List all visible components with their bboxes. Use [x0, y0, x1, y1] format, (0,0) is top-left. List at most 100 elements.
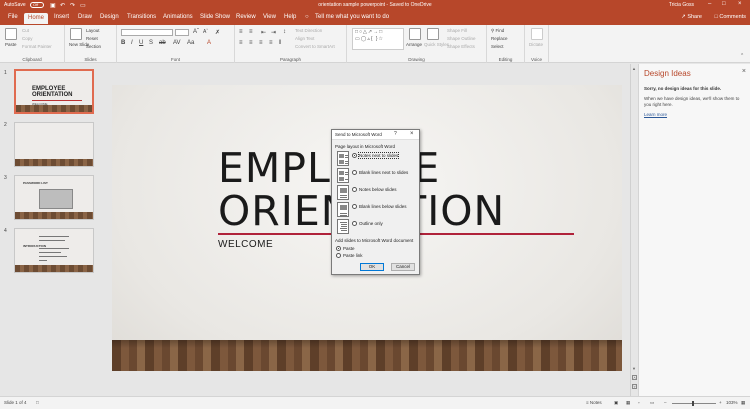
font-color-icon[interactable]: A	[207, 40, 211, 46]
numbering-icon[interactable]: ≡	[249, 29, 253, 35]
char-spacing-icon[interactable]: AV	[173, 40, 181, 46]
zoom-in-icon[interactable]: +	[719, 400, 722, 405]
layout-option-label[interactable]: Blank lines below slides	[359, 204, 407, 209]
change-case-icon[interactable]: Aa	[187, 40, 194, 46]
tab-animations[interactable]: Animations	[163, 14, 193, 20]
decrease-font-icon[interactable]: Aˇ	[203, 29, 208, 35]
fit-to-window-icon[interactable]: ▦	[741, 400, 745, 406]
shadow-icon[interactable]: S	[149, 40, 153, 46]
tab-view[interactable]: View	[263, 14, 276, 20]
tab-home[interactable]: Home	[24, 13, 49, 24]
tab-file[interactable]: File	[8, 14, 18, 20]
tab-review[interactable]: Review	[236, 14, 256, 20]
user-name[interactable]: Tricia Goss	[669, 2, 694, 8]
quick-styles-icon[interactable]	[427, 28, 439, 40]
close-icon[interactable]: ×	[410, 131, 414, 137]
layout-option-label[interactable]: Outline only	[359, 221, 383, 226]
layout-button[interactable]: Layout	[86, 28, 100, 33]
align-right-icon[interactable]: ≡	[259, 40, 263, 46]
close-icon[interactable]: ×	[738, 1, 742, 7]
layout-radio-blank-below[interactable]	[352, 204, 357, 209]
scroll-up-icon[interactable]: ▲	[632, 66, 636, 71]
next-slide-icon[interactable]: ˅	[632, 384, 637, 389]
cancel-button[interactable]: Cancel	[391, 263, 415, 271]
cut-button[interactable]: Cut	[22, 28, 29, 33]
align-left-icon[interactable]: ≡	[239, 40, 243, 46]
microphone-icon[interactable]	[531, 28, 543, 40]
tab-slide-show[interactable]: Slide Show	[200, 14, 230, 20]
collapse-ribbon-icon[interactable]: ⌃	[740, 53, 744, 59]
tell-me-search[interactable]: Tell me what you want to do	[315, 14, 389, 20]
zoom-slider[interactable]	[672, 403, 716, 404]
shape-outline-button[interactable]: Shape Outline	[447, 36, 476, 41]
scroll-down-icon[interactable]: ▼	[632, 366, 636, 371]
paste-link-option-label[interactable]: Paste link	[343, 253, 363, 258]
reset-button[interactable]: Reset	[86, 36, 98, 41]
slide-sorter-icon[interactable]: ▦	[626, 400, 630, 406]
arrange-icon[interactable]	[409, 28, 421, 40]
slide-thumbnail-1[interactable]: EMPLOYEE ORIENTATION WELCOME	[14, 69, 94, 114]
select-button[interactable]: Select	[491, 44, 504, 49]
clear-formatting-icon[interactable]: ✗	[215, 29, 220, 36]
shapes-gallery[interactable]: □○△↗→□ ▭◯▵{ }☆	[352, 28, 404, 50]
spellcheck-icon[interactable]: □	[36, 400, 39, 405]
tab-design[interactable]: Design	[100, 14, 119, 20]
layout-radio-blank-next[interactable]	[352, 170, 357, 175]
slideshow-view-icon[interactable]: ▭	[650, 400, 654, 406]
layout-option-label[interactable]: Blank lines next to slides	[359, 170, 408, 175]
slide-thumbnail-4[interactable]: INTRODUCTION	[14, 228, 94, 273]
comments-button[interactable]: □ Comments	[715, 14, 746, 20]
layout-option-label[interactable]: Notes next to slides	[357, 152, 400, 159]
tab-transitions[interactable]: Transitions	[127, 14, 156, 20]
convert-smartart-button[interactable]: Convert to SmartArt	[295, 44, 335, 49]
font-size-input[interactable]	[175, 29, 189, 36]
tab-draw[interactable]: Draw	[78, 14, 92, 20]
zoom-out-icon[interactable]: –	[664, 400, 667, 405]
quick-styles-button[interactable]: Quick Styles	[424, 42, 449, 47]
dictate-button[interactable]: Dictate	[529, 42, 543, 47]
dialog-titlebar[interactable]: Send to Microsoft Word ? ×	[332, 130, 419, 140]
layout-radio-notes-below[interactable]	[352, 187, 357, 192]
columns-icon[interactable]: ‖	[279, 40, 281, 46]
close-icon[interactable]: ×	[742, 68, 746, 75]
share-button[interactable]: ↗ Share	[681, 14, 702, 20]
font-name-input[interactable]	[121, 29, 173, 36]
justify-icon[interactable]: ≡	[269, 40, 273, 46]
underline-icon[interactable]: U	[139, 40, 143, 46]
format-painter-button[interactable]: Format Painter	[22, 44, 52, 49]
zoom-level[interactable]: 103%	[726, 400, 738, 405]
strikethrough-icon[interactable]: ab	[159, 40, 166, 46]
slide-thumbnail-3[interactable]: PASSWORD LIST	[14, 175, 94, 220]
line-spacing-icon[interactable]: ↕	[283, 29, 286, 35]
italic-icon[interactable]: I	[131, 40, 133, 46]
shape-effects-button[interactable]: Shape Effects	[447, 44, 475, 49]
ok-button[interactable]: OK	[360, 263, 384, 271]
increase-font-icon[interactable]: Aˆ	[193, 29, 199, 35]
bullets-icon[interactable]: ≡	[239, 29, 243, 35]
tab-insert[interactable]: Insert	[54, 14, 69, 20]
increase-indent-icon[interactable]: ⇥	[271, 29, 276, 36]
help-icon[interactable]: ?	[394, 131, 397, 137]
notes-button[interactable]: ≡ Notes	[586, 400, 602, 405]
bold-icon[interactable]: B	[121, 40, 125, 46]
paste-icon[interactable]	[5, 28, 17, 40]
layout-radio-outline[interactable]	[352, 221, 357, 226]
reading-view-icon[interactable]: ▫	[638, 400, 640, 405]
replace-button[interactable]: Replace	[491, 36, 508, 41]
paste-radio[interactable]	[336, 246, 341, 251]
normal-view-icon[interactable]: ▣	[614, 400, 618, 406]
align-text-button[interactable]: Align Text	[295, 36, 314, 41]
find-button[interactable]: ⚲ Find	[491, 28, 504, 34]
vertical-scrollbar[interactable]: ▲ ▼ ˄ ˅	[630, 64, 638, 396]
layout-radio-notes-next[interactable]	[352, 153, 357, 158]
slide-subtitle[interactable]: WELCOME	[218, 239, 273, 250]
previous-slide-icon[interactable]: ˄	[632, 375, 637, 380]
tab-help[interactable]: Help	[284, 14, 296, 20]
section-button[interactable]: Section	[86, 44, 101, 49]
align-center-icon[interactable]: ≡	[249, 40, 253, 46]
minimize-icon[interactable]: –	[708, 1, 711, 7]
slide-thumbnail-2[interactable]	[14, 122, 94, 167]
decrease-indent-icon[interactable]: ⇤	[261, 29, 266, 36]
paste-button[interactable]: Paste	[5, 42, 17, 47]
maximize-icon[interactable]: □	[722, 1, 726, 7]
